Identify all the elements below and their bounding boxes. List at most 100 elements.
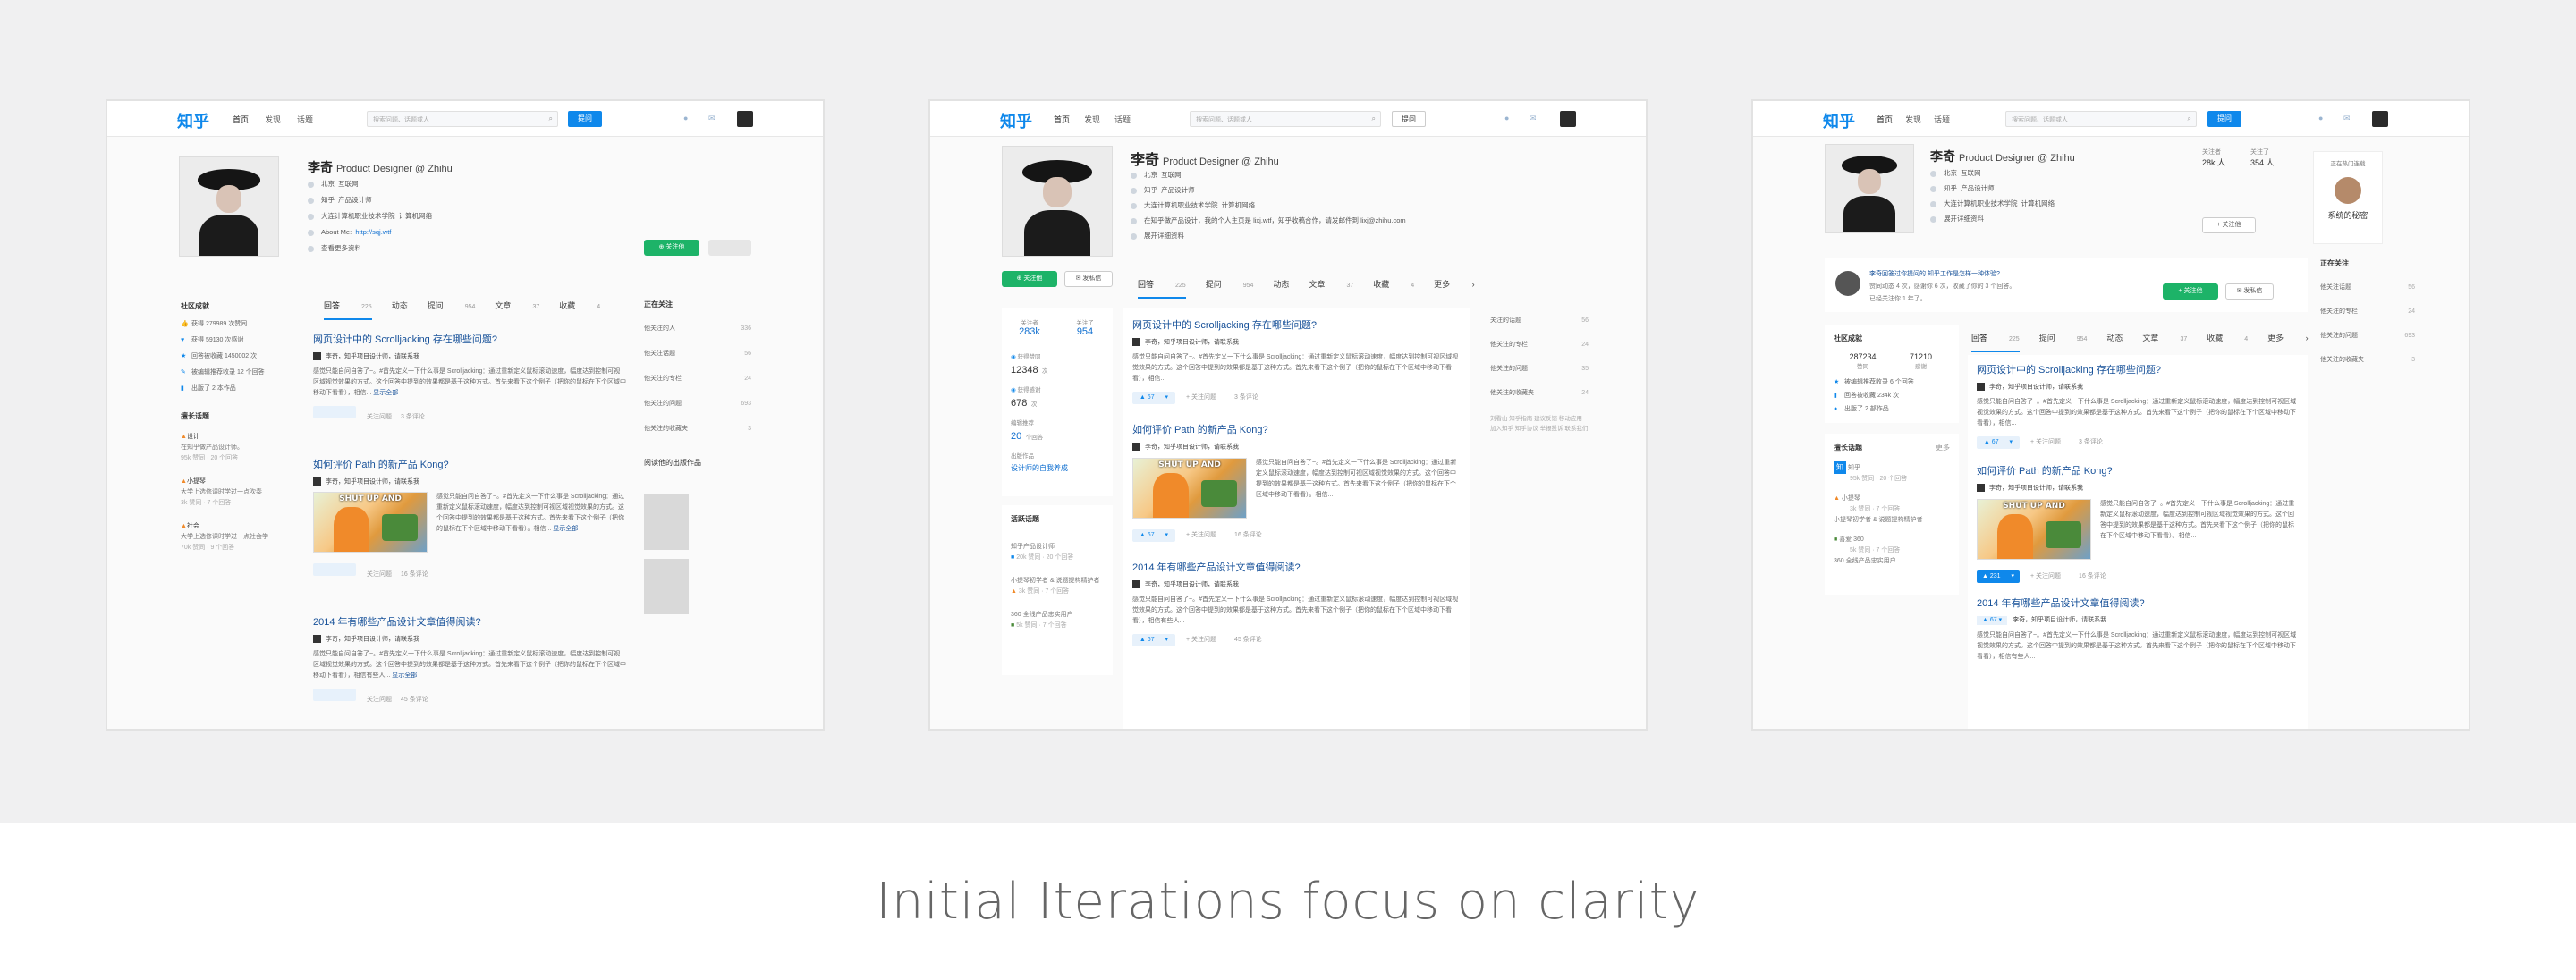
show-more-link[interactable]: 查看更多资料 bbox=[321, 244, 361, 252]
tab-collections[interactable]: 收藏 4 bbox=[1373, 278, 1414, 297]
more-icon bbox=[308, 245, 314, 252]
topics-panel: 擅长话题 更多 知 知乎 95k 赞同 · 20 个回答 ▲ 小提琴 3k 赞同… bbox=[1825, 434, 1959, 595]
question-title[interactable]: 2014 年有哪些产品设计文章值得阅读? bbox=[313, 616, 626, 629]
vote-button[interactable] bbox=[313, 689, 356, 702]
following-columns[interactable]: 他关注的专栏 24 bbox=[644, 367, 751, 392]
answer-card: 如何评价 Path 的新产品 Kong? 李奇，知乎项目设计师，请联系我 SHU… bbox=[313, 459, 626, 579]
message-icon[interactable]: ✉ bbox=[1530, 114, 1537, 123]
ask-button[interactable]: 提问 bbox=[568, 111, 602, 127]
message-button[interactable] bbox=[708, 240, 751, 256]
profile-avatar bbox=[179, 156, 279, 257]
top-bar: 知乎 首页 发现 话题 搜索问题、话题或人 ⌕ 提问 ● ✉ bbox=[1753, 101, 2469, 137]
stat-followers[interactable]: 关注者 28k 人 bbox=[2202, 148, 2225, 168]
search-input[interactable]: 搜索问题、话题或人 ⌕ bbox=[367, 111, 558, 127]
screenshot-iteration-3: 知乎 首页 发现 话题 搜索问题、话题或人 ⌕ 提问 ● ✉ 李奇 Product … bbox=[1751, 99, 2470, 731]
user-avatar[interactable] bbox=[1560, 111, 1576, 127]
expand-more-link[interactable]: 展开详细资料 bbox=[1144, 232, 1184, 240]
search-icon[interactable]: ⌕ bbox=[549, 114, 553, 123]
heart-icon: ♥ bbox=[181, 337, 185, 343]
profile-headline: Product Designer @ Zhihu bbox=[336, 164, 453, 174]
profile-info: 北京 互联网 知乎 产品设计师 大连计算机职业技术学院 计算机网络 About … bbox=[308, 176, 432, 257]
stat-following[interactable]: 关注了 354 人 bbox=[2250, 148, 2275, 168]
zhihu-logo[interactable]: 知乎 bbox=[1000, 109, 1032, 132]
zhihu-logo[interactable]: 知乎 bbox=[1823, 109, 1855, 132]
vote-button[interactable] bbox=[313, 563, 356, 577]
nav-discover[interactable]: 发现 bbox=[1084, 114, 1100, 125]
message-button[interactable]: ✉ 发私信 bbox=[1064, 271, 1113, 287]
tab-activity[interactable]: 动态 bbox=[392, 300, 408, 315]
answers-panel: 网页设计中的 Scrolljacking 存在哪些问题? 李奇，知乎项目设计师，… bbox=[1123, 308, 1470, 729]
nav-topics[interactable]: 话题 bbox=[1934, 114, 1950, 125]
ask-button[interactable]: 提问 bbox=[2207, 111, 2241, 127]
notification-icon[interactable]: ● bbox=[2318, 114, 2323, 122]
vote-button[interactable] bbox=[313, 406, 356, 419]
question-title[interactable]: 如何评价 Path 的新产品 Kong? bbox=[313, 459, 626, 472]
answers-panel: 网页设计中的 Scrolljacking 存在哪些问题? 李奇，知乎项目设计师，… bbox=[1968, 355, 2308, 729]
answer-card: 2014 年有哪些产品设计文章值得阅读? 李奇，知乎项目设计师，请联系我 感觉只… bbox=[1132, 562, 1462, 647]
nav-discover[interactable]: 发现 bbox=[265, 114, 281, 125]
tab-questions[interactable]: 提问 954 bbox=[1206, 278, 1254, 297]
book-cover[interactable] bbox=[644, 559, 689, 614]
community-panel: 社区成就 287234 赞同 71210 感谢 ★ 被编辑推荐收录 6 个回答 ▮ 回答… bbox=[1825, 325, 1959, 423]
user-avatar[interactable] bbox=[2372, 111, 2388, 127]
follow-button[interactable]: ⊕ 关注他 bbox=[1002, 271, 1057, 287]
message-icon[interactable]: ✉ bbox=[708, 114, 716, 123]
expert-topic-1[interactable]: ▲设计 bbox=[181, 432, 306, 443]
screenshot-iteration-2: 知乎 首页 发现 话题 搜索问题、话题或人 ⌕ 提问 ● ✉ 李奇 Product … bbox=[928, 99, 1648, 731]
caption-text: Initial Iterations focus on clarity bbox=[876, 873, 1700, 931]
meme-image: SHUT UP AND bbox=[313, 492, 428, 553]
notification-icon[interactable]: ● bbox=[683, 114, 688, 122]
zhihu-logo[interactable]: 知乎 bbox=[177, 109, 209, 132]
nav-home[interactable]: 首页 bbox=[233, 114, 249, 125]
following-questions[interactable]: 他关注的问题 693 bbox=[644, 392, 751, 417]
nav-topics[interactable]: 话题 bbox=[297, 114, 313, 125]
question-title[interactable]: 网页设计中的 Scrolljacking 存在哪些问题? bbox=[313, 334, 626, 347]
search-icon[interactable]: ⌕ bbox=[2188, 114, 2191, 123]
top-bar: 知乎 首页 发现 话题 搜索问题、话题或人 ⌕ 提问 ● ✉ bbox=[107, 101, 823, 137]
expert-topic-3[interactable]: ▲社会 bbox=[181, 521, 306, 532]
book-cover[interactable] bbox=[644, 494, 689, 550]
nav-home[interactable]: 首页 bbox=[1877, 114, 1893, 125]
follow-button[interactable]: + 关注他 bbox=[2202, 217, 2256, 233]
community-panel: 社区成就 👍 获得 279989 次赞同 ♥ 获得 59130 次感谢 ★ 回答被收藏… bbox=[181, 301, 306, 553]
company-icon bbox=[308, 197, 314, 204]
location-icon bbox=[308, 181, 314, 188]
notification-icon[interactable]: ● bbox=[1504, 114, 1509, 122]
ask-button[interactable]: 提问 bbox=[1392, 111, 1426, 127]
search-placeholder: 搜索问题、话题或人 bbox=[373, 117, 429, 123]
hot-serial-panel[interactable]: 正在热门连载 系统的秘密 bbox=[2313, 151, 2383, 244]
about-icon bbox=[308, 229, 314, 236]
tab-answers[interactable]: 回答 225 bbox=[324, 300, 372, 320]
following-collections[interactable]: 他关注的收藏夹 3 bbox=[644, 417, 751, 442]
tab-articles[interactable]: 文章 37 bbox=[1309, 278, 1353, 297]
message-icon[interactable]: ✉ bbox=[2343, 114, 2351, 123]
profile-tabs: 回答 225 提问 954 动态 文章 37 收藏 4 更多 › bbox=[1138, 278, 1495, 299]
book-cover bbox=[2334, 177, 2361, 204]
following-people[interactable]: 他关注的人 336 bbox=[644, 317, 751, 342]
follow-button[interactable]: ⊕ 关注他 bbox=[644, 240, 699, 256]
tab-answers[interactable]: 回答 225 bbox=[1138, 278, 1186, 299]
screenshot-iteration-1: 知乎 首页 发现 话题 搜索问题、话题或人 ⌕ 提问 ● ✉ 李奇 Product … bbox=[106, 99, 825, 731]
user-avatar[interactable] bbox=[737, 111, 753, 127]
profile-avatar bbox=[1825, 144, 1914, 233]
following-panel: 正在关注 他关注的人 336 他关注话题 56 他关注的专栏 24 他关注的问题 693… bbox=[644, 300, 751, 467]
answer-card: 2014 年有哪些产品设计文章值得阅读? ▲ 67 ▾ 李奇，知乎项目设计师，请联… bbox=[1977, 597, 2297, 660]
tab-more[interactable]: 更多 › bbox=[1434, 278, 1475, 297]
expert-topic-2[interactable]: ▲小提琴 bbox=[181, 477, 306, 487]
following-topics[interactable]: 他关注话题 56 bbox=[644, 342, 751, 367]
search-input[interactable]: 搜索问题、话题或人 ⌕ bbox=[2005, 111, 2197, 127]
about-link[interactable]: http://sqj.wtf bbox=[355, 228, 391, 236]
tab-collections[interactable]: 收藏 4 bbox=[559, 300, 600, 318]
nav-discover[interactable]: 发现 bbox=[1905, 114, 1921, 125]
star-icon: ★ bbox=[181, 353, 187, 359]
answer-card: 2014 年有哪些产品设计文章值得阅读? 李奇，知乎项目设计师，请联系我 感觉只… bbox=[313, 616, 626, 704]
nav-topics[interactable]: 话题 bbox=[1114, 114, 1131, 125]
nav-home[interactable]: 首页 bbox=[1054, 114, 1070, 125]
tab-questions[interactable]: 提问 954 bbox=[428, 300, 476, 318]
search-input[interactable]: 搜索问题、话题或人 ⌕ bbox=[1190, 111, 1381, 127]
profile-name: 李奇 Product Designer @ Zhihu bbox=[308, 160, 453, 174]
tab-articles[interactable]: 文章 37 bbox=[495, 300, 539, 318]
tab-activity[interactable]: 动态 bbox=[1273, 278, 1289, 293]
answer-card: 如何评价 Path 的新产品 Kong? 李奇，知乎项目设计师，请联系我 SHU… bbox=[1132, 424, 1462, 542]
search-icon[interactable]: ⌕ bbox=[1372, 114, 1376, 123]
